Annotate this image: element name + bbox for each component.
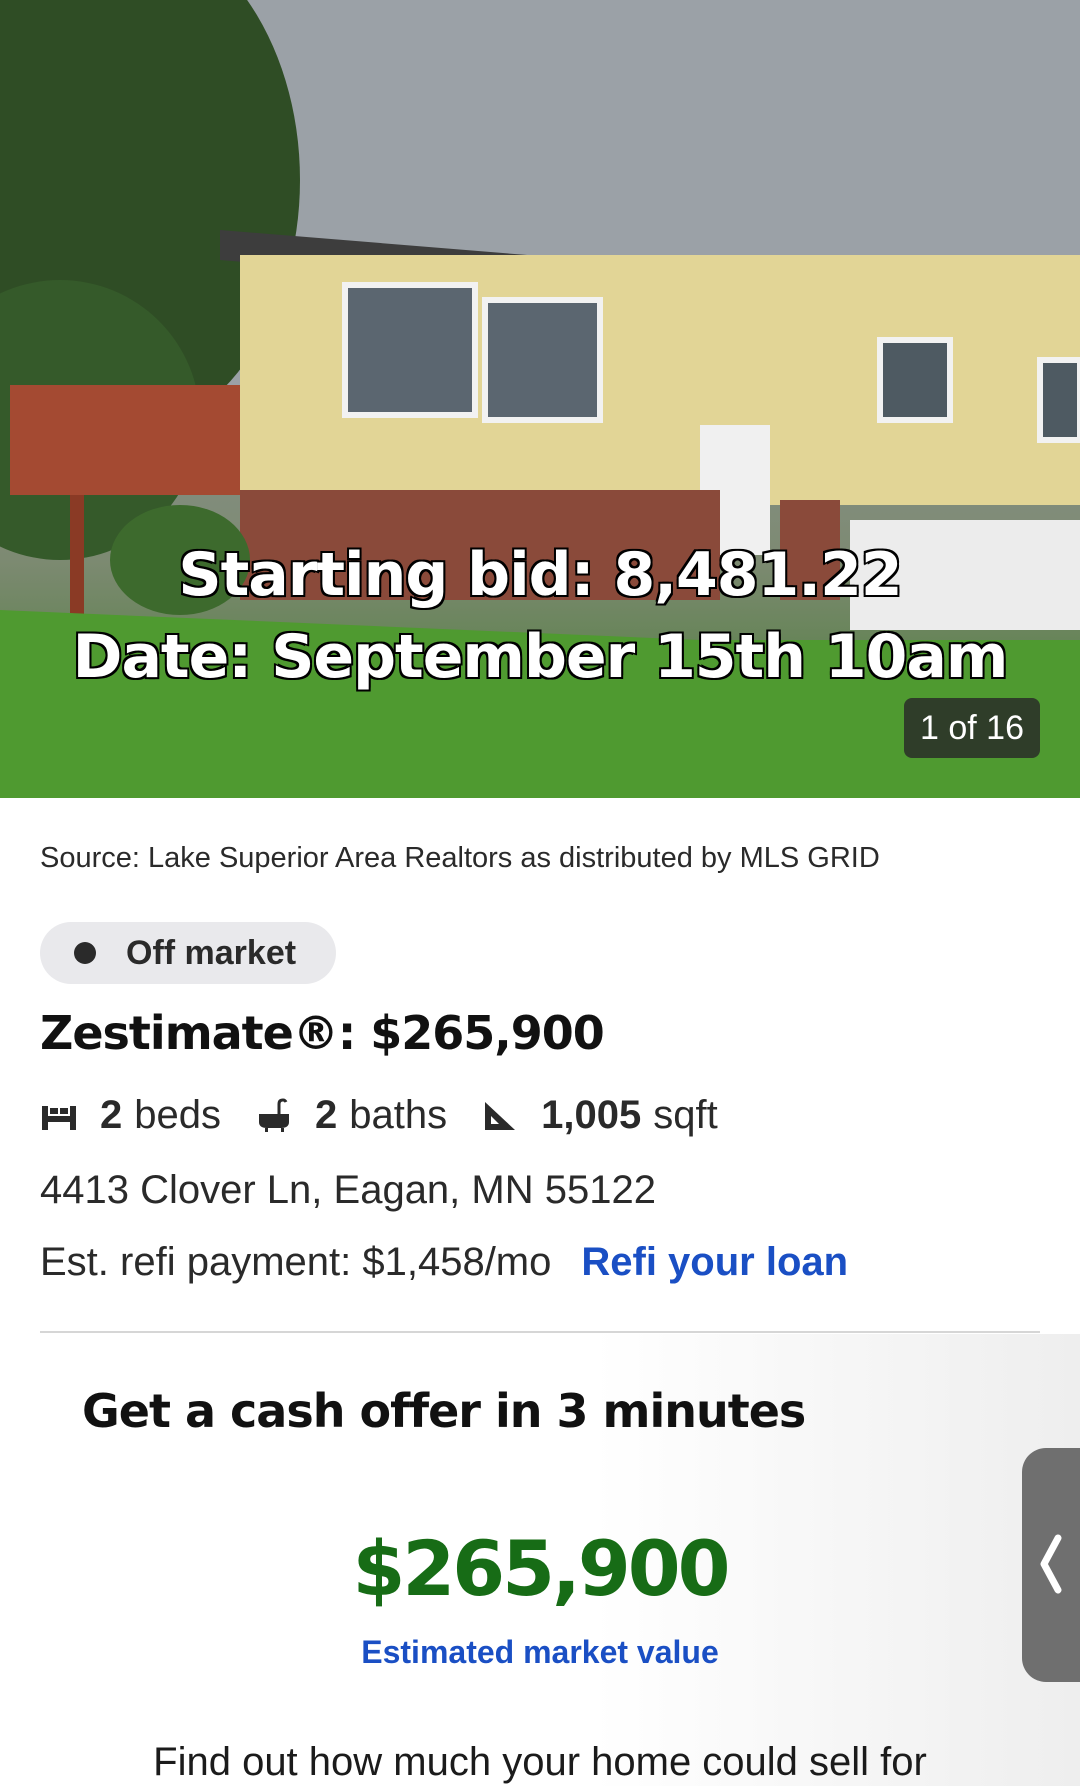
baths-label: baths bbox=[349, 1092, 448, 1137]
chevron-left-icon bbox=[1038, 1534, 1064, 1599]
zestimate-value: Zestimate®: $265,900 bbox=[40, 1006, 605, 1060]
refi-your-loan-link[interactable]: Refi your loan bbox=[581, 1240, 848, 1285]
side-drawer-tab[interactable] bbox=[1022, 1448, 1080, 1682]
baths-fact: 2 baths bbox=[255, 1093, 447, 1138]
estimated-market-value-label[interactable]: Estimated market value bbox=[0, 1634, 1080, 1671]
baths-count: 2 bbox=[315, 1092, 338, 1137]
refi-payment: Est. refi payment: $1,458/mo bbox=[40, 1240, 552, 1284]
status-badge: Off market bbox=[40, 922, 336, 984]
cash-offer-description: Find out how much your home could sell f… bbox=[153, 1740, 927, 1784]
estimated-market-value: $265,900 bbox=[352, 1524, 730, 1613]
starting-bid-overlay: Starting bid: 8,481.22 bbox=[177, 539, 904, 612]
cash-offer-title: Get a cash offer in 3 minutes bbox=[82, 1384, 806, 1438]
listing-source: Source: Lake Superior Area Realtors as d… bbox=[40, 842, 880, 874]
beds-count: 2 bbox=[100, 1092, 123, 1137]
sqft-label: sqft bbox=[653, 1092, 718, 1137]
ruler-icon bbox=[481, 1096, 519, 1134]
status-badge-label: Off market bbox=[126, 933, 297, 972]
beds-fact: 2 beds bbox=[40, 1093, 221, 1138]
bed-icon bbox=[40, 1096, 78, 1134]
sqft-count: 1,005 bbox=[541, 1092, 642, 1137]
sqft-fact: 1,005 sqft bbox=[481, 1093, 718, 1138]
bath-icon bbox=[255, 1096, 293, 1134]
auction-date-overlay: Date: September 15th 10am bbox=[71, 621, 1010, 694]
status-dot-icon bbox=[74, 942, 96, 964]
property-address: 4413 Clover Ln, Eagan, MN 55122 bbox=[40, 1168, 656, 1212]
photo-counter: 1 of 16 bbox=[904, 698, 1040, 758]
section-divider bbox=[40, 1331, 1040, 1333]
beds-label: beds bbox=[134, 1092, 221, 1137]
property-facts: 2 beds 2 baths 1,005 sqft bbox=[40, 1090, 752, 1140]
refi-row: Est. refi payment: $1,458/mo Refi your l… bbox=[40, 1240, 848, 1285]
listing-photo[interactable]: Starting bid: 8,481.22 Date: September 1… bbox=[0, 0, 1080, 798]
